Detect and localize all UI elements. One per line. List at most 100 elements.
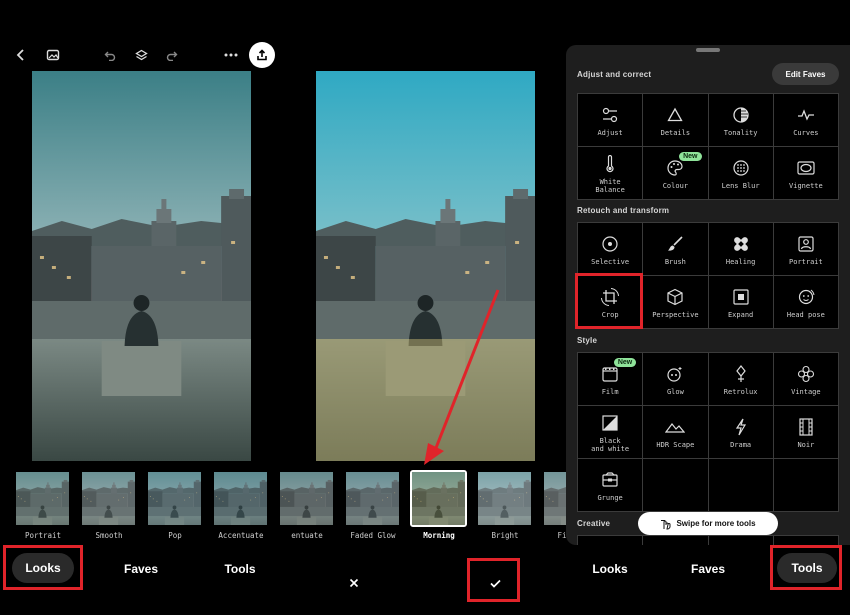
nav-looks-right[interactable]: Looks: [585, 562, 635, 576]
tool-healing[interactable]: Healing: [708, 223, 773, 275]
tool-retrolux[interactable]: Retrolux: [708, 353, 773, 405]
more-button[interactable]: [221, 46, 241, 64]
tool-empty: [773, 459, 838, 511]
tool-lens-blur[interactable]: Lens Blur: [708, 147, 773, 199]
redo-icon: [166, 51, 178, 61]
tool-film[interactable]: Film New: [578, 353, 643, 405]
tool-label: Film: [601, 387, 619, 396]
tool-colour[interactable]: Colour New: [643, 147, 708, 199]
highlight-looks: [3, 545, 83, 590]
look-thumbnail[interactable]: [346, 472, 399, 525]
style-tools-grid: Film New Glow Retrolux Vintage Black and whit…: [577, 352, 839, 512]
look-thumbnail[interactable]: [214, 472, 267, 525]
undo-button[interactable]: [101, 46, 119, 64]
tool-portrait[interactable]: Portrait: [773, 223, 838, 275]
creative-tools-grid: [577, 535, 839, 545]
section-style-title: Style: [577, 336, 598, 345]
nav-faves-left[interactable]: Faves: [116, 562, 166, 576]
tool-black-and-white[interactable]: Black and white: [578, 406, 643, 458]
tool-details[interactable]: Details: [643, 94, 708, 146]
close-icon: [349, 578, 359, 588]
tonality-icon: [732, 104, 750, 126]
tool-noir[interactable]: Noir: [773, 406, 838, 458]
tool-label: Selective: [591, 257, 630, 266]
look-thumbnail[interactable]: [410, 470, 467, 527]
tool-expand[interactable]: Expand: [708, 276, 773, 328]
target-icon: [601, 233, 619, 255]
tool-tonality[interactable]: Tonality: [708, 94, 773, 146]
tool-glow[interactable]: Glow: [643, 353, 708, 405]
tool-label: Expand: [727, 310, 754, 319]
grunge-icon: [601, 469, 619, 491]
look-label: Smooth: [95, 531, 123, 540]
tool-hdr-scape[interactable]: HDR Scape: [643, 406, 708, 458]
look-thumbnail[interactable]: [16, 472, 69, 525]
glow-icon: [666, 363, 684, 385]
mountains-icon: [665, 416, 686, 438]
highlight-tools: [770, 545, 842, 590]
brush-icon: [666, 233, 684, 255]
tool-vintage[interactable]: Vintage: [773, 353, 838, 405]
section-retouch-title: Retouch and transform: [577, 206, 670, 215]
cube-icon: [666, 286, 684, 308]
tool-label: Curves: [793, 128, 819, 137]
tool-label: Vignette: [789, 181, 823, 190]
edit-faves-button[interactable]: Edit Faves: [772, 63, 839, 85]
adjust-tools-grid: Adjust Details Tonality Curves White Balance…: [577, 93, 839, 200]
look-label: Pop: [168, 531, 182, 540]
tool-drama[interactable]: Drama: [708, 406, 773, 458]
look-thumbnail[interactable]: [148, 472, 201, 525]
tool-label: Drama: [730, 440, 752, 449]
look-label: entuate: [291, 531, 323, 540]
tool-adjust[interactable]: Adjust: [578, 94, 643, 146]
lightning-icon: [735, 416, 747, 438]
tool-label: Lens Blur: [721, 181, 760, 190]
portrait-icon: [798, 233, 814, 255]
tool-label: Noir: [797, 440, 815, 449]
tool-selective[interactable]: Selective: [578, 223, 643, 275]
tool-label: Glow: [666, 387, 684, 396]
tool-label: Healing: [725, 257, 756, 266]
swipe-hint-label: Swipe for more tools: [676, 519, 756, 528]
tool-empty: [643, 459, 708, 511]
hand-swipe-icon: [661, 519, 671, 529]
sliders-icon: [601, 104, 619, 126]
cancel-button[interactable]: [344, 573, 364, 593]
section-adjust-title: Adjust and correct: [577, 70, 652, 79]
look-label: Accentuate: [218, 531, 264, 540]
share-button[interactable]: [249, 42, 275, 68]
look-thumbnail[interactable]: [280, 472, 333, 525]
redo-button[interactable]: [163, 46, 181, 64]
tool-label: Perspective: [652, 310, 699, 319]
original-photo-image: [32, 71, 251, 461]
look-thumbnail[interactable]: [82, 472, 135, 525]
tool-curves[interactable]: Curves: [773, 94, 838, 146]
retrolux-icon: [734, 363, 748, 385]
tool-label: Black and white: [591, 436, 630, 453]
lens-blur-icon: [732, 157, 750, 179]
tool-brush[interactable]: Brush: [643, 223, 708, 275]
highlight-confirm: [467, 558, 520, 602]
gallery-button[interactable]: [43, 45, 63, 65]
tool-grunge[interactable]: Grunge: [578, 459, 643, 511]
back-button[interactable]: [12, 46, 30, 64]
tool-label: Retrolux: [723, 387, 758, 396]
nav-faves-right[interactable]: Faves: [683, 562, 733, 576]
nav-tools-left[interactable]: Tools: [215, 562, 265, 576]
thermometer-icon: [605, 153, 615, 175]
original-photo[interactable]: [32, 71, 251, 461]
layers-button[interactable]: [132, 46, 150, 64]
tool-label: Portrait: [789, 257, 823, 266]
black-white-icon: [602, 412, 618, 434]
tool-head-pose[interactable]: Head pose: [773, 276, 838, 328]
bandage-icon: [732, 233, 750, 255]
panel-grip[interactable]: [696, 48, 720, 52]
back-icon: [16, 49, 24, 61]
highlight-crop: [575, 273, 643, 329]
tool-perspective[interactable]: Perspective: [643, 276, 708, 328]
look-thumbnail[interactable]: [478, 472, 531, 525]
vintage-icon: [797, 363, 815, 385]
tool-label: Grunge: [597, 493, 623, 502]
tool-vignette[interactable]: Vignette: [773, 147, 838, 199]
tool-white-balance[interactable]: White Balance: [578, 147, 643, 199]
